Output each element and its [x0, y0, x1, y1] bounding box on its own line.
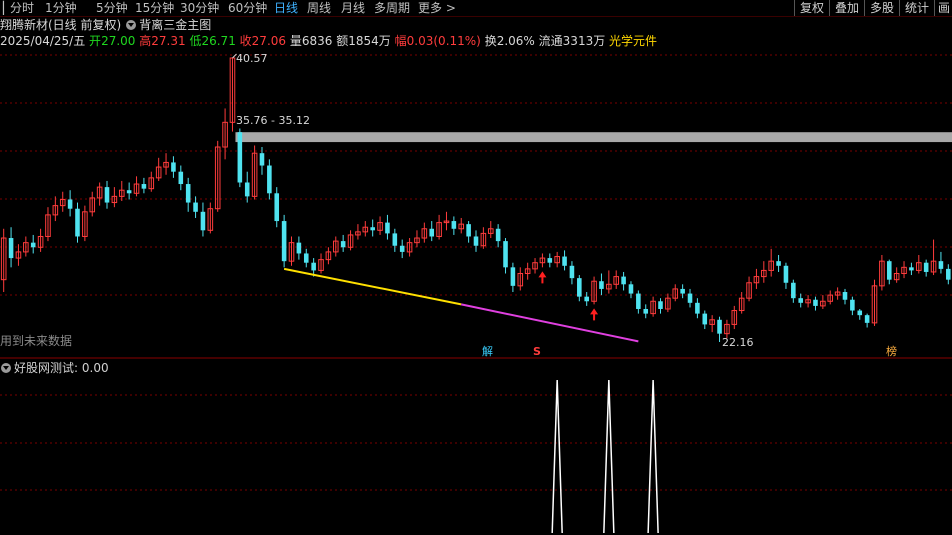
sub-indicator-name[interactable]: 好股网测试	[14, 361, 74, 375]
candle-body	[274, 193, 280, 222]
candle-body	[311, 262, 316, 271]
candle-body	[193, 202, 198, 212]
candle-body	[510, 267, 516, 286]
candle-body	[30, 242, 36, 248]
candle-body	[813, 299, 818, 306]
signal-spike	[603, 379, 615, 534]
candle-body	[923, 262, 929, 272]
kline-chart[interactable]	[0, 0, 952, 535]
candle-body	[8, 238, 14, 259]
high-price-label: 40.57	[236, 52, 268, 65]
candle-body	[185, 184, 191, 203]
gap-zone-band	[235, 132, 952, 143]
candle-body	[75, 208, 80, 237]
candle-body	[850, 299, 855, 311]
candle-body	[577, 278, 582, 297]
candle-body	[702, 313, 708, 325]
gap-zone-label: 35.76 - 35.12	[236, 114, 310, 127]
candle-body	[267, 165, 272, 194]
tag-s: S	[533, 345, 541, 358]
candle-body	[547, 258, 553, 263]
sub-dropdown-icon[interactable]	[1, 363, 11, 373]
buy-arrow-icon	[538, 271, 547, 284]
tag-bang: 榜	[886, 345, 897, 358]
candle-body	[296, 242, 302, 254]
candle-body	[717, 319, 722, 334]
candle-body	[451, 221, 457, 229]
candle-body	[244, 182, 250, 197]
candle-body	[303, 253, 309, 263]
divergence-magenta-line	[461, 303, 639, 343]
signal-spike	[647, 379, 659, 534]
candle-body	[104, 187, 110, 203]
candle-body	[495, 228, 501, 242]
tag-jie: 解	[482, 345, 493, 358]
divergence-yellow-line	[283, 267, 462, 306]
candle-body	[178, 171, 184, 185]
candle-body	[842, 292, 848, 300]
candle-body	[259, 153, 265, 166]
candle-body	[466, 224, 471, 237]
candle-body	[783, 265, 789, 283]
candle-body	[562, 256, 567, 266]
candle-body	[584, 296, 589, 302]
candle-body	[385, 222, 390, 234]
candle-body	[67, 199, 73, 209]
candle-body	[429, 228, 435, 237]
candle-body	[857, 310, 863, 316]
candle-body	[687, 293, 693, 303]
signal-spike	[551, 379, 563, 534]
candle-body	[938, 261, 944, 269]
candle-body	[200, 211, 206, 231]
candle-body	[370, 227, 375, 231]
candle-body	[392, 233, 398, 246]
candle-body	[503, 241, 508, 268]
candle-body	[340, 241, 346, 248]
candle-body	[141, 184, 147, 189]
candle-body	[399, 245, 405, 252]
candle-body	[569, 265, 575, 279]
candle-body	[695, 302, 700, 314]
sub-indicator-title-row: 好股网测试: 0.00	[0, 361, 109, 375]
candle-body	[886, 261, 892, 280]
candle-body	[599, 281, 604, 289]
candle-body	[281, 221, 287, 262]
candle-body	[237, 132, 243, 183]
candle-body	[171, 162, 176, 172]
candle-body	[636, 293, 641, 309]
candle-body	[776, 261, 781, 266]
candle-body	[791, 282, 796, 299]
candle-body	[126, 190, 132, 194]
candle-body	[680, 288, 685, 294]
candle-body	[621, 276, 626, 285]
sub-indicator-value: : 0.00	[74, 361, 109, 375]
candle-body	[473, 236, 479, 246]
low-price-label: 22.16	[722, 336, 754, 349]
candle-body	[864, 315, 870, 323]
candle-body	[798, 298, 804, 303]
candle-body	[658, 301, 663, 309]
future-data-warning: 用到未来数据	[0, 334, 73, 348]
candle-body	[909, 267, 914, 271]
candle-body	[643, 308, 649, 314]
buy-arrow-icon	[590, 308, 599, 321]
candle-body	[628, 284, 634, 294]
candle-body	[946, 268, 951, 280]
